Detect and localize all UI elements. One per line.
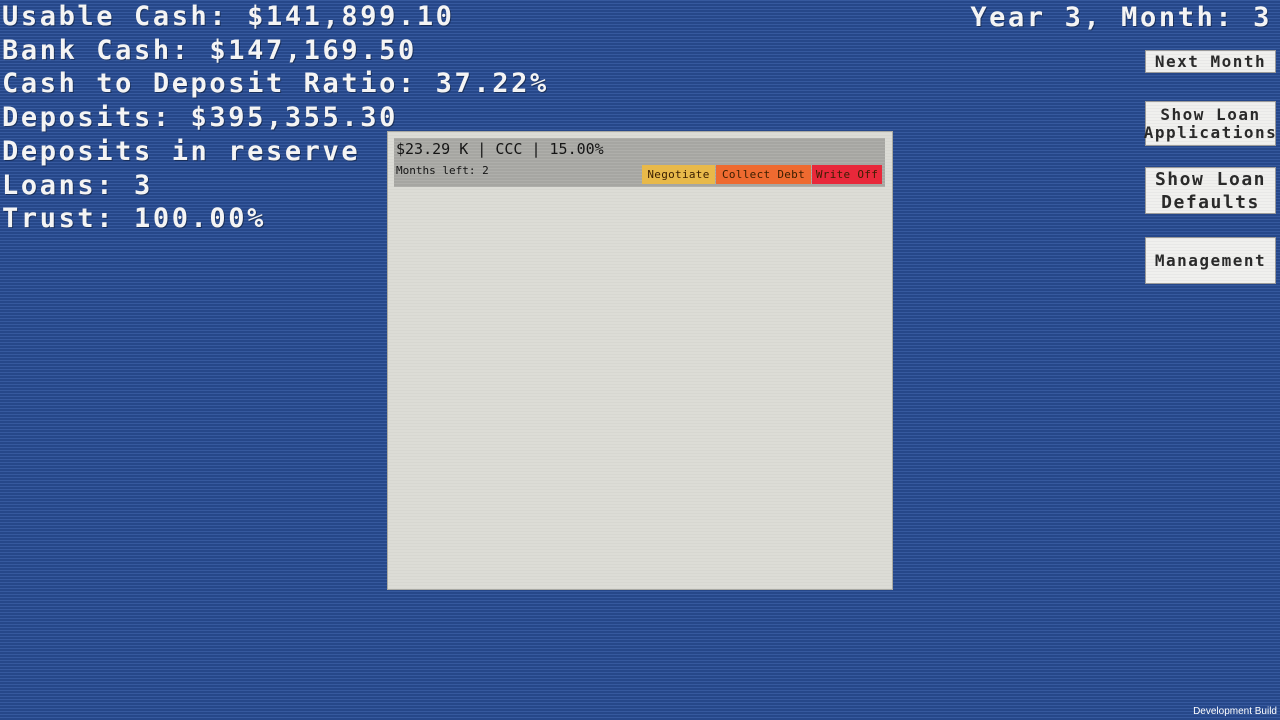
bank-cash-label: Bank Cash: $147,169.50	[2, 34, 417, 66]
show-loan-applications-button[interactable]: Show Loan Applications	[1144, 101, 1276, 146]
usable-cash-label: Usable Cash: $141,899.10	[2, 1, 455, 32]
show-loan-defaults-button[interactable]: Show Loan Defaults	[1145, 167, 1276, 214]
loan-summary: $23.29 K | CCC | 15.00%	[396, 140, 604, 158]
date-label: Year 3, Month: 3	[970, 2, 1272, 33]
collect-debt-button[interactable]: Collect Debt	[716, 165, 811, 184]
loan-defaults-panel: $23.29 K | CCC | 15.00% Months left: 2 N…	[387, 131, 893, 590]
negotiate-button[interactable]: Negotiate	[642, 165, 715, 184]
write-off-button[interactable]: Write Off	[812, 165, 882, 184]
cash-deposit-ratio-label: Cash to Deposit Ratio: 37.22%	[2, 68, 549, 100]
months-left-label: Months left: 2	[396, 164, 489, 177]
loan-default-row: $23.29 K | CCC | 15.00% Months left: 2 N…	[394, 138, 885, 187]
next-month-button[interactable]: Next Month	[1145, 50, 1276, 73]
development-build-label: Development Build	[1193, 706, 1277, 717]
deposits-label: Deposits: $395,355.30	[2, 102, 398, 134]
management-button[interactable]: Management	[1145, 237, 1276, 284]
